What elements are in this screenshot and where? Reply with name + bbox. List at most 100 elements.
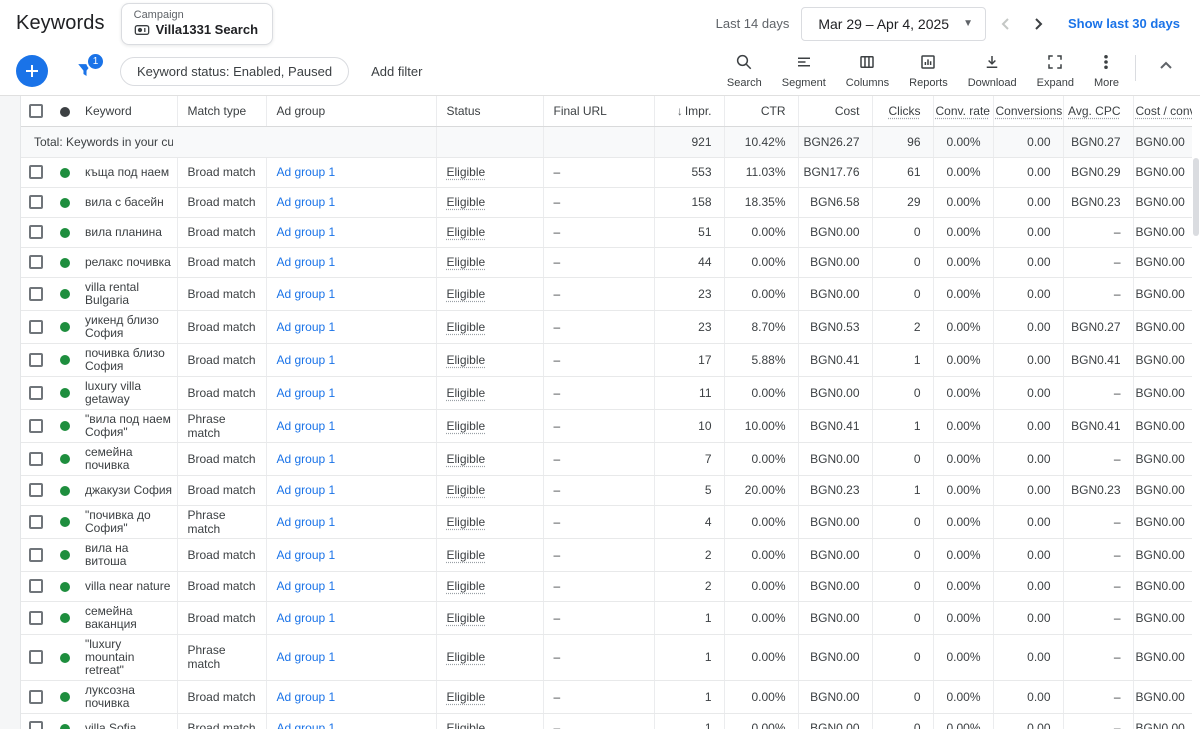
status-value[interactable]: Eligible [447, 650, 486, 664]
status-value[interactable]: Eligible [447, 353, 486, 367]
row-select-cell [21, 505, 51, 538]
impressions-cell: 10 [654, 409, 724, 442]
clicks-cell: 0 [872, 217, 933, 247]
status-value[interactable]: Eligible [447, 579, 486, 593]
column-header-clicks[interactable]: Clicks [872, 96, 933, 126]
row-checkbox[interactable] [29, 650, 43, 664]
ad-group-link[interactable]: Ad group 1 [277, 225, 336, 239]
ad-group-link[interactable]: Ad group 1 [277, 579, 336, 593]
ad-group-link[interactable]: Ad group 1 [277, 611, 336, 625]
conv-rate-cell: 0.00% [933, 277, 993, 310]
avg-cpc-cell: – [1063, 713, 1133, 729]
row-checkbox[interactable] [29, 483, 43, 497]
row-checkbox[interactable] [29, 386, 43, 400]
enabled-status-dot-icon [60, 322, 70, 332]
status-value[interactable]: Eligible [447, 386, 486, 400]
clicks-cell: 1 [872, 343, 933, 376]
column-header-ad-group[interactable]: Ad group [266, 96, 436, 126]
status-value[interactable]: Eligible [447, 419, 486, 433]
column-header-match-type[interactable]: Match type [177, 96, 266, 126]
status-value[interactable]: Eligible [447, 287, 486, 301]
ad-group-link[interactable]: Ad group 1 [277, 353, 336, 367]
status-value[interactable]: Eligible [447, 690, 486, 704]
select-all-checkbox[interactable] [29, 104, 43, 118]
add-keyword-button[interactable] [16, 55, 48, 87]
column-header-final-url[interactable]: Final URL [543, 96, 654, 126]
add-filter-button[interactable]: Add filter [371, 64, 422, 79]
more-button[interactable]: More [1084, 51, 1129, 91]
scrollbar-thumb[interactable] [1193, 158, 1199, 236]
status-value[interactable]: Eligible [447, 483, 486, 497]
column-header-status[interactable]: Status [436, 96, 543, 126]
ad-group-link[interactable]: Ad group 1 [277, 419, 336, 433]
column-header-cost-per-conv[interactable]: Cost / conv. [1133, 96, 1193, 126]
row-checkbox[interactable] [29, 353, 43, 367]
match-type-cell: Broad match [177, 343, 266, 376]
column-header-conv-rate[interactable]: Conv. rate [933, 96, 993, 126]
status-value[interactable]: Eligible [447, 225, 486, 239]
status-value[interactable]: Eligible [447, 320, 486, 334]
date-range-picker[interactable]: Mar 29 – Apr 4, 2025 ▼ [801, 7, 986, 41]
ad-group-link[interactable]: Ad group 1 [277, 165, 336, 179]
row-checkbox[interactable] [29, 419, 43, 433]
ad-group-link[interactable]: Ad group 1 [277, 386, 336, 400]
ad-group-link[interactable]: Ad group 1 [277, 452, 336, 466]
show-last-30-days-link[interactable]: Show last 30 days [1068, 16, 1180, 31]
previous-period-button[interactable] [994, 11, 1018, 37]
ad-group-link[interactable]: Ad group 1 [277, 287, 336, 301]
row-checkbox[interactable] [29, 515, 43, 529]
status-value[interactable]: Eligible [447, 611, 486, 625]
ad-group-link[interactable]: Ad group 1 [277, 690, 336, 704]
status-cell: Eligible [436, 409, 543, 442]
ad-group-link[interactable]: Ad group 1 [277, 650, 336, 664]
ad-group-link[interactable]: Ad group 1 [277, 483, 336, 497]
expand-button[interactable]: Expand [1027, 51, 1084, 91]
row-checkbox[interactable] [29, 690, 43, 704]
ad-group-cell: Ad group 1 [266, 310, 436, 343]
status-value[interactable]: Eligible [447, 548, 486, 562]
row-checkbox[interactable] [29, 579, 43, 593]
ad-group-link[interactable]: Ad group 1 [277, 255, 336, 269]
download-button[interactable]: Download [958, 51, 1027, 91]
columns-button[interactable]: Columns [836, 51, 899, 91]
filter-button[interactable]: 1 [72, 57, 98, 86]
campaign-selector[interactable]: Campaign Villa1331 Search [121, 3, 273, 45]
ad-group-link[interactable]: Ad group 1 [277, 320, 336, 334]
row-checkbox[interactable] [29, 255, 43, 269]
row-checkbox[interactable] [29, 320, 43, 334]
vertical-scrollbar[interactable] [1192, 96, 1200, 729]
status-value[interactable]: Eligible [447, 721, 486, 729]
status-value[interactable]: Eligible [447, 452, 486, 466]
column-header-conversions[interactable]: Conversions [993, 96, 1063, 126]
row-checkbox[interactable] [29, 195, 43, 209]
row-checkbox[interactable] [29, 452, 43, 466]
column-header-cost[interactable]: Cost [798, 96, 872, 126]
status-value[interactable]: Eligible [447, 165, 486, 179]
status-value[interactable]: Eligible [447, 255, 486, 269]
row-checkbox[interactable] [29, 287, 43, 301]
ad-group-link[interactable]: Ad group 1 [277, 195, 336, 209]
status-value[interactable]: Eligible [447, 195, 486, 209]
row-checkbox[interactable] [29, 548, 43, 562]
keyword-status-filter-chip[interactable]: Keyword status: Enabled, Paused [120, 57, 349, 86]
status-value[interactable]: Eligible [447, 515, 486, 529]
column-header-impressions[interactable]: ↓Impr. [654, 96, 724, 126]
column-header-ctr[interactable]: CTR [724, 96, 798, 126]
ad-group-link[interactable]: Ad group 1 [277, 721, 336, 729]
ad-group-link[interactable]: Ad group 1 [277, 515, 336, 529]
ad-group-link[interactable]: Ad group 1 [277, 548, 336, 562]
reports-button[interactable]: Reports [899, 51, 958, 91]
segment-button[interactable]: Segment [772, 51, 836, 91]
search-button[interactable]: Search [717, 51, 772, 91]
next-period-button[interactable] [1026, 11, 1050, 37]
column-header-keyword[interactable]: Keyword [79, 96, 177, 126]
row-checkbox[interactable] [29, 611, 43, 625]
clicks-cell: 0 [872, 247, 933, 277]
column-header-avg-cpc[interactable]: Avg. CPC [1063, 96, 1133, 126]
row-checkbox[interactable] [29, 225, 43, 239]
match-type-cell: Broad match [177, 601, 266, 634]
collapse-table-button[interactable] [1146, 51, 1186, 74]
table-row: вила на витоша Broad match Ad group 1 El… [21, 538, 1193, 571]
row-checkbox[interactable] [29, 721, 43, 729]
row-checkbox[interactable] [29, 165, 43, 179]
